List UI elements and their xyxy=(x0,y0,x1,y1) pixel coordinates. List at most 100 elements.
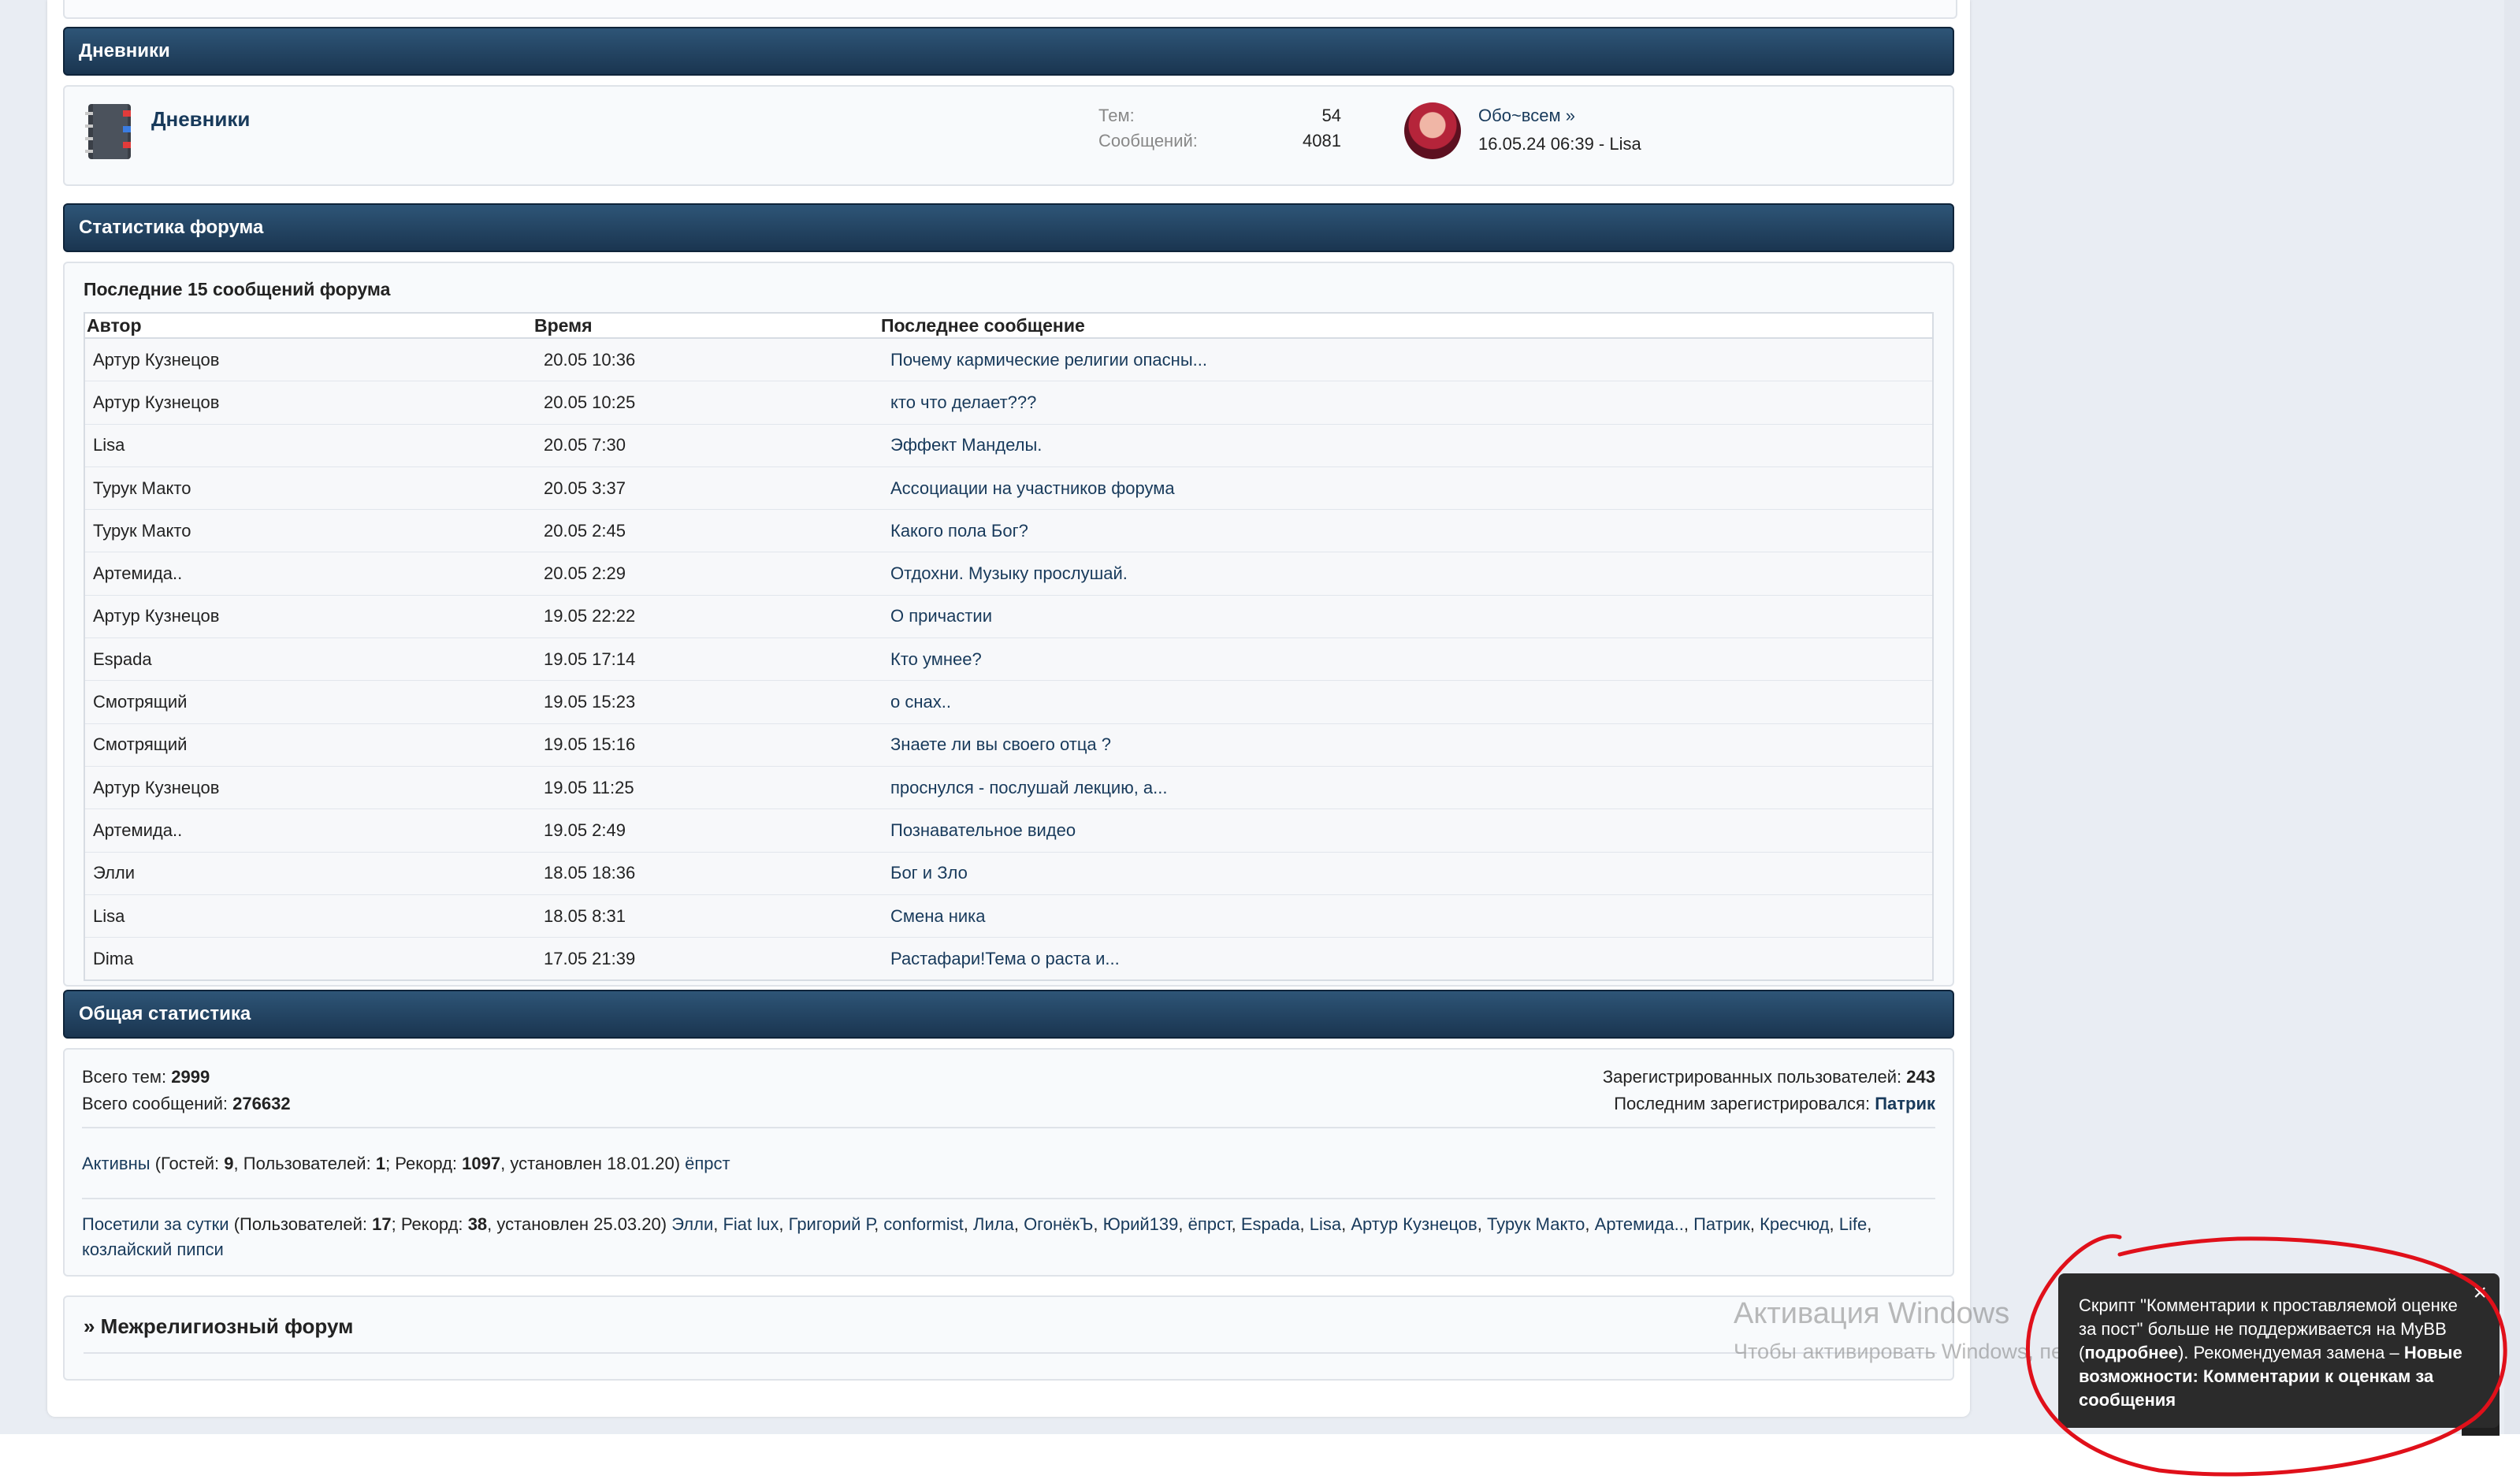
visited-user-link[interactable]: Кресчюд xyxy=(1760,1214,1829,1234)
diaries-category-header: Дневники xyxy=(63,27,1954,76)
latest-posts-title: Последние 15 сообщений форума xyxy=(84,279,391,299)
table-row: Турук Макто 20.05 2:45 Какого пола Бог? xyxy=(85,510,1932,553)
visited-users-line: Посетили за сутки (Пользователей: 17; Ре… xyxy=(82,1212,1926,1262)
row-author-link[interactable]: Lisa xyxy=(85,906,534,927)
latest-posts-table: Автор Время Последнее сообщение Артур Ку… xyxy=(84,312,1934,982)
total-topics-value: 2999 xyxy=(171,1067,210,1087)
row-author-link[interactable]: Артур Кузнецов xyxy=(85,606,534,626)
visited-user-link[interactable]: Lisa xyxy=(1310,1214,1341,1234)
visited-user-link[interactable]: Патрик xyxy=(1693,1214,1750,1234)
row-author-link[interactable]: Турук Макто xyxy=(85,478,534,499)
row-last-post-link[interactable]: Растафари!Тема о раста и... xyxy=(881,949,1932,969)
visited-user-link[interactable]: Espada xyxy=(1241,1214,1300,1234)
row-author-link[interactable]: Элли xyxy=(85,863,534,883)
divider xyxy=(82,1127,1935,1128)
visited-users-value: 17 xyxy=(372,1214,392,1234)
general-stats-title: Общая статистика xyxy=(79,1003,251,1024)
toast-more-link[interactable]: подробнее xyxy=(2084,1343,2178,1362)
row-last-post-link[interactable]: проснулся - послушай лекцию, а... xyxy=(881,778,1932,798)
row-author-link[interactable]: Смотрящий xyxy=(85,734,534,755)
active-users-label: , Пользователей: xyxy=(233,1154,371,1173)
visited-user-link[interactable]: козлайский пипси xyxy=(82,1240,224,1259)
row-last-post-link[interactable]: Кто умнее? xyxy=(881,649,1932,670)
row-last-post-link[interactable]: Какого пола Бог? xyxy=(881,521,1932,541)
last-registered-label: Последним зарегистрировался: xyxy=(1614,1094,1871,1113)
row-time: 20.05 10:25 xyxy=(544,392,636,412)
row-time: 19.05 22:22 xyxy=(544,606,636,626)
last-registered: Последним зарегистрировался: Патрик xyxy=(1614,1094,1935,1114)
topics-label: Тем: xyxy=(1098,106,1135,125)
row-last-post-link[interactable]: Почему кармические религии опасны... xyxy=(881,350,1932,370)
row-time: 17.05 21:39 xyxy=(544,948,636,968)
row-author-link[interactable]: Артемида.. xyxy=(85,563,534,584)
close-icon[interactable]: × xyxy=(2473,1281,2487,1305)
table-row: Lisa 20.05 7:30 Эффект Манделы. xyxy=(85,424,1932,467)
table-row: Dima 17.05 21:39 Растафари!Тема о раста и.… xyxy=(85,938,1932,980)
avatar[interactable] xyxy=(1404,102,1461,159)
row-last-post-link[interactable]: Ассоциации на участников форума xyxy=(881,478,1932,499)
table-row: Элли 18.05 18:36 Бог и Зло xyxy=(85,852,1932,895)
row-author-link[interactable]: Артемида.. xyxy=(85,820,534,841)
visited-user-link[interactable]: conformist xyxy=(883,1214,963,1234)
row-author-link[interactable]: Dima xyxy=(85,949,534,969)
visited-user-link[interactable]: ОгонёкЪ xyxy=(1024,1214,1093,1234)
diaries-forum-row: Дневники Тем: 54 Сообщений: 4081 Обо~все… xyxy=(63,85,1954,186)
row-time: 20.05 7:30 xyxy=(544,435,626,455)
row-author-link[interactable]: Турук Макто xyxy=(85,521,534,541)
row-author-link[interactable]: Смотрящий xyxy=(85,692,534,712)
visited-user-link[interactable]: ёпрст xyxy=(1188,1214,1232,1234)
row-last-post-link[interactable]: кто что делает??? xyxy=(881,392,1932,413)
column-time: Время xyxy=(534,314,593,336)
visited-user-link[interactable]: Турук Макто xyxy=(1487,1214,1585,1234)
row-last-post-link[interactable]: Познавательное видео xyxy=(881,820,1932,841)
diaries-forum-link[interactable]: Дневники xyxy=(151,107,250,132)
registered-label: Зарегистрированных пользователей: xyxy=(1602,1067,1902,1087)
last-post-link[interactable]: Обо~всем » xyxy=(1478,106,1575,126)
visited-user-link[interactable]: Fiat lux xyxy=(723,1214,779,1234)
posts-count: 4081 xyxy=(1303,131,1341,151)
notification-toast: × Скрипт "Комментарии к проставляемой оц… xyxy=(2058,1273,2500,1428)
active-guests-value: 9 xyxy=(224,1154,234,1173)
page-footer-area xyxy=(0,1434,2520,1483)
row-author-link[interactable]: Espada xyxy=(85,649,534,670)
row-last-post-link[interactable]: О причастии xyxy=(881,606,1932,626)
table-row: Артур Кузнецов 20.05 10:25 кто что делает?… xyxy=(85,381,1932,425)
row-time: 19.05 17:14 xyxy=(544,649,636,669)
visited-user-link[interactable]: Лила xyxy=(973,1214,1014,1234)
interreligious-forum-link[interactable]: » Межрелигиозный форум xyxy=(84,1314,353,1339)
visited-user-link[interactable]: Элли xyxy=(671,1214,713,1234)
visited-user-link[interactable]: Григорий Р xyxy=(789,1214,874,1234)
table-header: Автор Время Последнее сообщение xyxy=(85,314,1932,339)
visited-record-label: ; Рекорд: xyxy=(391,1214,463,1234)
row-time: 19.05 2:49 xyxy=(544,820,626,840)
table-row: Артур Кузнецов 19.05 11:25 проснулся - пос… xyxy=(85,766,1932,810)
row-last-post-link[interactable]: Бог и Зло xyxy=(881,863,1932,883)
row-last-post-link[interactable]: Эффект Манделы. xyxy=(881,435,1932,455)
visited-link[interactable]: Посетили за сутки xyxy=(82,1214,229,1234)
row-last-post-link[interactable]: Отдохни. Музыку прослушай. xyxy=(881,563,1932,584)
row-last-post-link[interactable]: о снах.. xyxy=(881,692,1932,712)
row-author-link[interactable]: Артур Кузнецов xyxy=(85,350,534,370)
table-row: Lisa 18.05 8:31 Смена ника xyxy=(85,894,1932,938)
row-time: 20.05 2:29 xyxy=(544,563,626,584)
visited-user-link[interactable]: Юрий139 xyxy=(1103,1214,1179,1234)
visited-record-value: 38 xyxy=(467,1214,488,1234)
visited-user-link[interactable]: Life xyxy=(1839,1214,1867,1234)
row-author-link[interactable]: Артур Кузнецов xyxy=(85,392,534,413)
row-author-link[interactable]: Артур Кузнецов xyxy=(85,778,534,798)
row-last-post-link[interactable]: Знаете ли вы своего отца ? xyxy=(881,734,1932,755)
active-users-line: Активны (Гостей: 9, Пользователей: 1; Ре… xyxy=(82,1154,730,1174)
last-post-meta: 16.05.24 06:39 - Lisa xyxy=(1478,134,1641,154)
forum-stats-header: Статистика форума xyxy=(63,203,1954,252)
row-author-link[interactable]: Lisa xyxy=(85,435,534,455)
row-time: 19.05 11:25 xyxy=(544,777,634,797)
visited-user-link[interactable]: Артемида.. xyxy=(1595,1214,1684,1234)
row-last-post-link[interactable]: Смена ника xyxy=(881,906,1932,927)
table-row: Артур Кузнецов 20.05 10:36 Почему кармичес… xyxy=(85,339,1932,382)
toast-text-part2: ). Рекомендуемая замена – xyxy=(2177,1343,2404,1362)
last-registered-user-link[interactable]: Патрик xyxy=(1875,1094,1935,1113)
scrollbar-track[interactable] xyxy=(2504,0,2520,1434)
visited-user-link[interactable]: Артур Кузнецов xyxy=(1351,1214,1477,1234)
active-link[interactable]: Активны xyxy=(82,1154,151,1173)
active-user-link[interactable]: ёпрст xyxy=(685,1154,730,1173)
